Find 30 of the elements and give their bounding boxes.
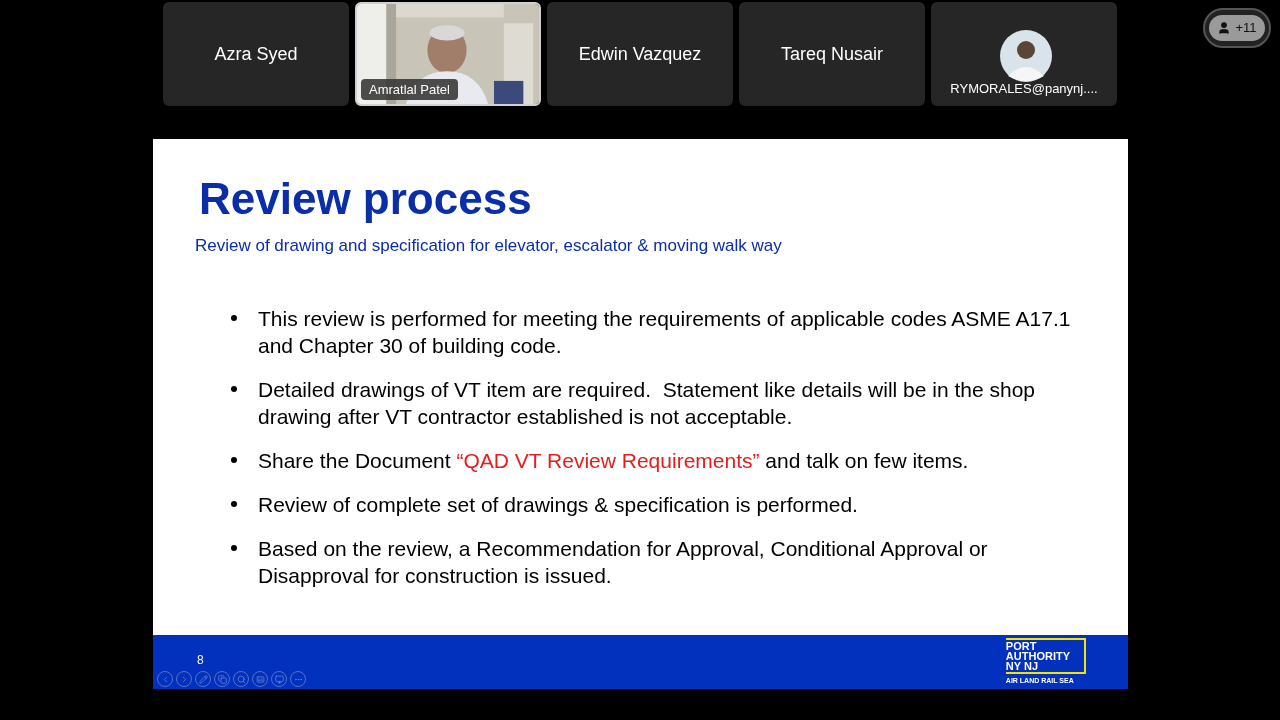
bullet-text: Share the Document “QAD VT Review Requirements” and talk on few items. (258, 447, 970, 474)
bullet-icon (231, 544, 237, 551)
participants-count-button[interactable]: +11 (1203, 8, 1271, 48)
participant-name: Tareq Nusair (780, 42, 883, 66)
participant-tile[interactable]: Tareq Nusair (739, 2, 925, 106)
person-icon (1217, 21, 1232, 35)
logo-text: AUTHORITY (1005, 650, 1070, 661)
bullet-text: Detailed drawings of VT item are required. Statement like details will be in the shop drawing after VT contractor established is not acceptable. (258, 376, 1036, 430)
bullet-icon (231, 385, 237, 392)
participants-count: +11 (1235, 19, 1257, 38)
avatar-icon (1000, 30, 1052, 82)
logo-text: NY NJ (1005, 660, 1039, 671)
participant-tile[interactable]: Edwin Vazquez (547, 2, 733, 106)
participant-tile[interactable]: RYMORALES@panynj.... (931, 2, 1117, 106)
bullet-icon (231, 314, 237, 321)
logo-text: PORT (1005, 640, 1038, 651)
participant-tile[interactable]: Amratlal Patel (355, 2, 541, 106)
participant-name: Amratlal Patel (361, 78, 458, 100)
bullet-text: This review is performed for meeting the requirements of applicable codes ASME A17.1 and Chapter 30 of building code. (258, 305, 1072, 359)
participant-name: RYMORALES@panynj.... (949, 79, 1099, 98)
participant-tile[interactable]: Azra Syed (163, 2, 349, 106)
bullet-text: Based on the review, a Recommendation for Approval, Conditional Approval or Disapproval for construction is issued. (258, 535, 989, 589)
participant-name: Azra Syed (214, 42, 298, 66)
bullet-icon (231, 456, 237, 463)
participant-name: Edwin Vazquez (578, 42, 702, 66)
slide-title: Review process (198, 177, 533, 221)
page-number: 8 (197, 652, 205, 669)
slide-subtitle: Review of drawing and specification for elevator, escalator & moving walk way (195, 235, 783, 257)
bullet-icon (231, 500, 237, 507)
bullet-text: Review of complete set of drawings & specification is performed. (258, 491, 859, 518)
